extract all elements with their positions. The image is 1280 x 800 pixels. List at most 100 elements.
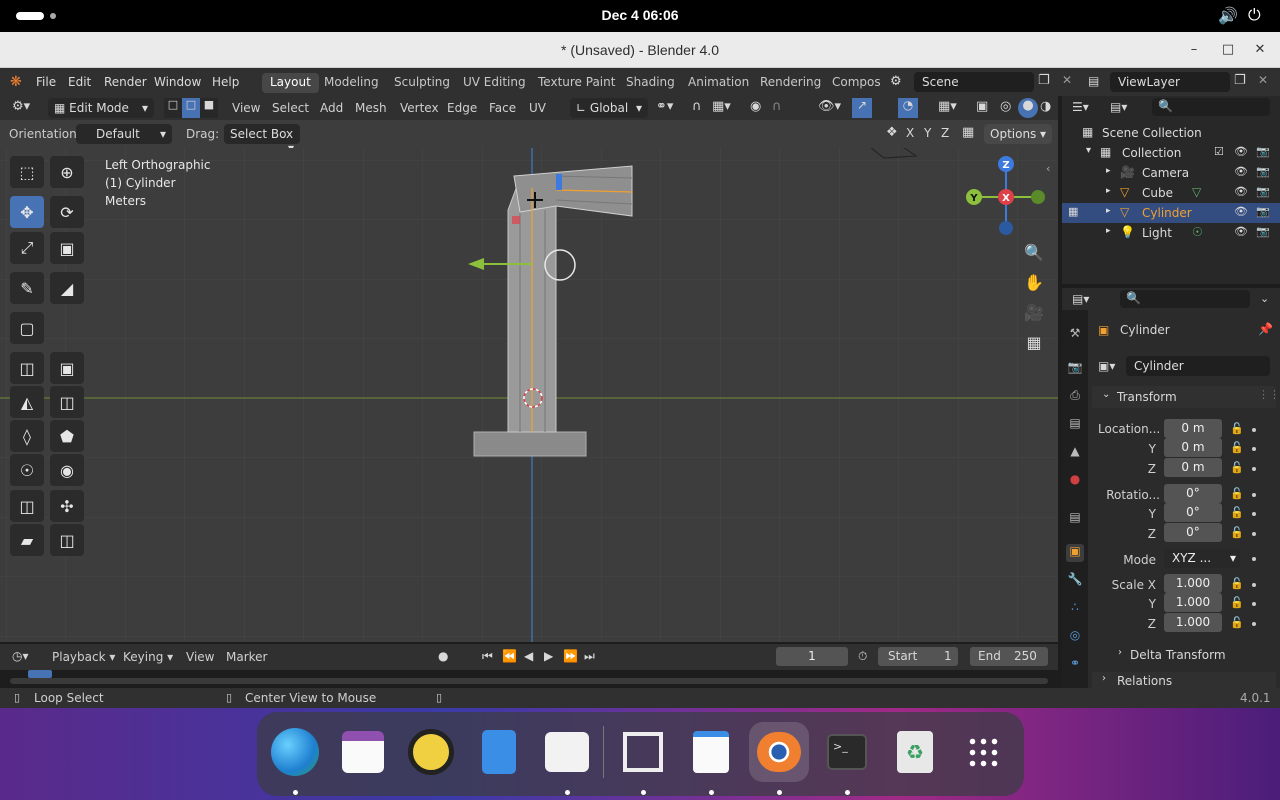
jump-end-icon[interactable]: ⏭ xyxy=(584,649,595,664)
xray-icon[interactable]: ▣ xyxy=(976,99,988,114)
view-layer-tab-icon[interactable]: ▤ xyxy=(1066,416,1084,434)
menu-keying[interactable]: Keying ▾ xyxy=(123,650,173,664)
particles-tab-icon[interactable]: ∴ xyxy=(1066,600,1084,618)
timeline-scrollbar[interactable] xyxy=(10,678,1048,684)
playhead[interactable] xyxy=(28,670,52,678)
loop-cut-tool[interactable]: ◫ xyxy=(50,386,84,418)
volume-icon[interactable]: 🔊 xyxy=(1218,6,1238,25)
lock-icon[interactable]: 🔓 xyxy=(1230,616,1244,629)
chevron-right-icon[interactable]: ▸ xyxy=(1106,226,1111,236)
mesh-edit-overlays-icon[interactable]: ▦▾ xyxy=(938,99,957,114)
eye-icon[interactable]: 👁 xyxy=(1234,145,1248,158)
transform-orientation-selector[interactable]: ∟ Global ▾ xyxy=(570,98,648,118)
delta-transform-subpanel[interactable]: › Delta Transform xyxy=(1102,646,1272,664)
maximize-button[interactable]: □ xyxy=(1218,40,1238,60)
face-select-icon[interactable]: ■ xyxy=(200,98,218,118)
editor-type-icon[interactable]: ⚙▾ xyxy=(12,99,30,114)
rotate-tool[interactable]: ⟳ xyxy=(50,196,84,228)
location-z-field[interactable]: 0 m xyxy=(1164,458,1222,477)
smooth-tool[interactable]: ◉ xyxy=(50,454,84,486)
lock-icon[interactable]: 🔓 xyxy=(1230,422,1244,435)
move-tool[interactable]: ✥ xyxy=(10,196,44,228)
chevron-right-icon[interactable]: ▸ xyxy=(1106,206,1111,216)
checkbox-icon[interactable]: ☑ xyxy=(1214,145,1224,158)
end-frame-field[interactable]: End 250 xyxy=(970,647,1048,666)
cylinder-base-mesh[interactable] xyxy=(473,431,587,457)
menu-window[interactable]: Window xyxy=(154,75,201,89)
power-icon[interactable]: ⏻ xyxy=(1248,5,1261,25)
inset-tool[interactable]: ▣ xyxy=(50,352,84,384)
menu-edge[interactable]: Edge xyxy=(447,101,477,115)
mirror-icon[interactable]: ❖ xyxy=(886,125,898,140)
keyframe-dot[interactable] xyxy=(1252,512,1256,516)
chevron-right-icon[interactable]: ▸ xyxy=(1106,166,1111,176)
stopwatch-icon[interactable]: ⏱ xyxy=(858,649,867,664)
world-tab-icon[interactable]: ● xyxy=(1066,472,1084,490)
dock-browser[interactable] xyxy=(265,722,325,782)
timeline-editor-type-icon[interactable]: ◷▾ xyxy=(12,649,29,663)
constraints-tab-icon[interactable]: ⚭ xyxy=(1066,656,1084,674)
outliner-row-cylinder[interactable]: ▦ ▸ ▽ Cylinder 👁 📷 xyxy=(1062,203,1280,223)
play-reverse-icon[interactable]: ◀ xyxy=(524,649,533,663)
record-icon[interactable]: ● xyxy=(438,649,448,663)
object-type-icon[interactable]: ▣▾ xyxy=(1098,359,1115,373)
lock-icon[interactable]: 🔓 xyxy=(1230,577,1244,590)
keyframe-dot[interactable] xyxy=(1252,447,1256,451)
eye-icon[interactable]: 👁 xyxy=(1234,225,1248,238)
chevron-down-icon[interactable]: ⌄ xyxy=(1260,292,1269,305)
transform-panel-header[interactable]: ⌄ Transform ⋮⋮ xyxy=(1092,386,1280,408)
snap-target-icon[interactable]: ▦▾ xyxy=(712,99,731,114)
scale-z-field[interactable]: 1.000 xyxy=(1164,613,1222,632)
wireframe-shading-icon[interactable]: ◎ xyxy=(1000,99,1011,114)
options-dropdown[interactable]: Options ▾ xyxy=(984,124,1052,144)
properties-search-input[interactable]: 🔍 xyxy=(1120,290,1250,308)
outliner-row-light[interactable]: ▸ 💡 Light ☉ 👁 📷 xyxy=(1062,223,1280,243)
viewport-canvas[interactable]: Z Y X xyxy=(0,148,1058,642)
tab-animation[interactable]: Animation xyxy=(680,73,757,93)
axis-z-toggle[interactable]: Z xyxy=(941,126,949,140)
menu-help[interactable]: Help xyxy=(212,75,239,89)
keyframe-dot[interactable] xyxy=(1252,622,1256,626)
dock-trash[interactable]: ♻ xyxy=(885,722,945,782)
mode-selector[interactable]: ▦ Edit Mode ▾ xyxy=(48,98,154,118)
tab-texture-paint[interactable]: Texture Paint xyxy=(530,73,623,93)
menu-edit[interactable]: Edit xyxy=(68,75,91,89)
new-scene-icon[interactable]: ❐ xyxy=(1038,73,1050,88)
spin-tool[interactable]: ☉ xyxy=(10,454,44,486)
measure-tool[interactable]: ◢ xyxy=(50,272,84,304)
new-view-layer-icon[interactable]: ❐ xyxy=(1234,73,1246,88)
dock-text-editor[interactable] xyxy=(681,722,741,782)
poly-build-tool[interactable]: ⬟ xyxy=(50,420,84,452)
shear-tool[interactable]: ▰ xyxy=(10,524,44,556)
menu-face[interactable]: Face xyxy=(489,101,516,115)
edge-slide-tool[interactable]: ◫ xyxy=(10,490,44,522)
view-layer-selector[interactable]: ViewLayer xyxy=(1110,72,1230,92)
camera-render-icon[interactable]: 📷 xyxy=(1256,205,1270,218)
display-mode-icon[interactable]: ▤▾ xyxy=(1110,100,1127,114)
remove-scene-icon[interactable]: ✕ xyxy=(1062,73,1072,87)
menu-select[interactable]: Select xyxy=(272,101,309,115)
dock-files[interactable] xyxy=(469,722,529,782)
outliner-row-collection[interactable]: ▾ ▦ Collection ☑ 👁 📷 xyxy=(1062,143,1280,163)
tool-tab-icon[interactable]: ⚒ xyxy=(1066,326,1084,344)
add-cube-tool[interactable]: ▢ xyxy=(10,312,44,344)
proportional-edit-icon[interactable]: ◉ xyxy=(750,99,761,114)
outliner-editor-type-icon[interactable]: ☰▾ xyxy=(1072,100,1089,114)
rotation-z-field[interactable]: 0° xyxy=(1164,523,1222,542)
modifier-tab-icon[interactable]: 🔧 xyxy=(1066,572,1084,590)
cursor-tool[interactable]: ⊕ xyxy=(50,156,84,188)
view-layer-icon[interactable]: ▤ xyxy=(1088,74,1099,88)
clock[interactable]: Dec 4 06:06 xyxy=(0,7,1280,23)
dock-terminal[interactable]: >_ xyxy=(817,722,877,782)
nav-gizmo-y-neg-ball[interactable] xyxy=(1031,190,1045,204)
chevron-down-icon[interactable]: ▾ xyxy=(1086,145,1091,156)
tab-layout[interactable]: Layout xyxy=(262,73,319,93)
tab-modeling[interactable]: Modeling xyxy=(316,73,387,93)
extrude-tool[interactable]: ◫ xyxy=(10,352,44,384)
axis-x-toggle[interactable]: X xyxy=(906,126,914,140)
outliner-row-camera[interactable]: ▸ 🎥 Camera 👁 📷 xyxy=(1062,163,1280,183)
snap-icon[interactable]: ∩ xyxy=(692,99,702,114)
tab-shading[interactable]: Shading xyxy=(618,73,683,93)
blender-logo-icon[interactable]: ❋ xyxy=(10,74,22,90)
rotation-x-field[interactable]: 0° xyxy=(1164,484,1222,503)
